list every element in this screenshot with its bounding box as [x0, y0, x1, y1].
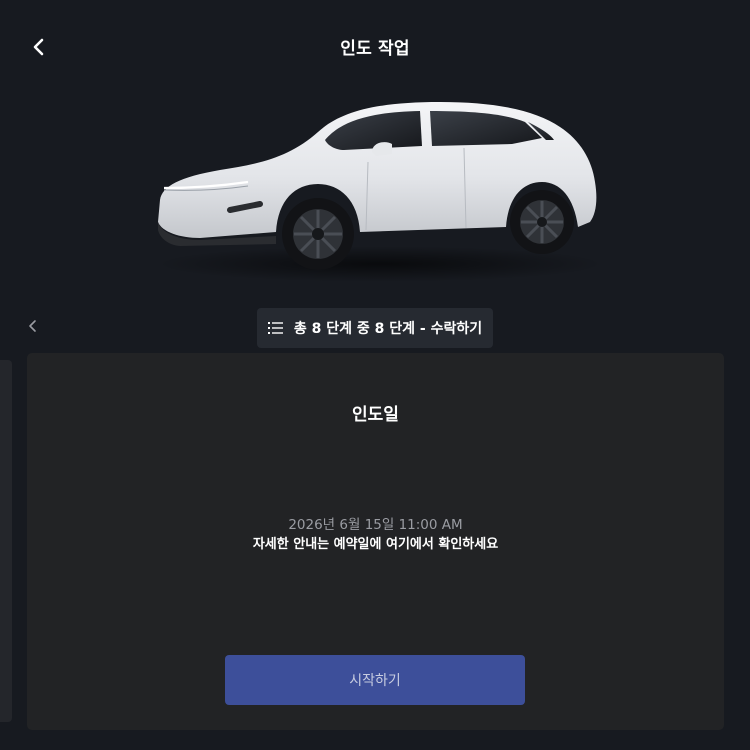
- previous-step-button[interactable]: [22, 314, 44, 338]
- delivery-date: 2026년 6월 15일 11:00 AM: [288, 517, 463, 533]
- delivery-task-screen: 인도 작업 총 8 단계 중 8 단계 - 수락하기 인도일 2026년 6월 …: [0, 0, 750, 750]
- step-indicator[interactable]: 총 8 단계 중 8 단계 - 수락하기: [257, 308, 493, 348]
- card-title: 인도일: [352, 405, 399, 425]
- chevron-left-icon: [29, 320, 36, 332]
- previous-step-card[interactable]: [0, 360, 12, 722]
- delivery-note: 자세한 안내는 예약일에 여기에서 확인하세요: [252, 537, 499, 552]
- page-title: 인도 작업: [340, 39, 410, 59]
- start-button[interactable]: 시작하기: [225, 655, 525, 705]
- step-label: 총 8 단계 중 8 단계 - 수락하기: [293, 321, 483, 337]
- delivery-date-card: 인도일 2026년 6월 15일 11:00 AM 자세한 안내는 예약일에 여…: [27, 353, 724, 730]
- vehicle-image: [140, 82, 610, 292]
- list-icon: [267, 322, 284, 334]
